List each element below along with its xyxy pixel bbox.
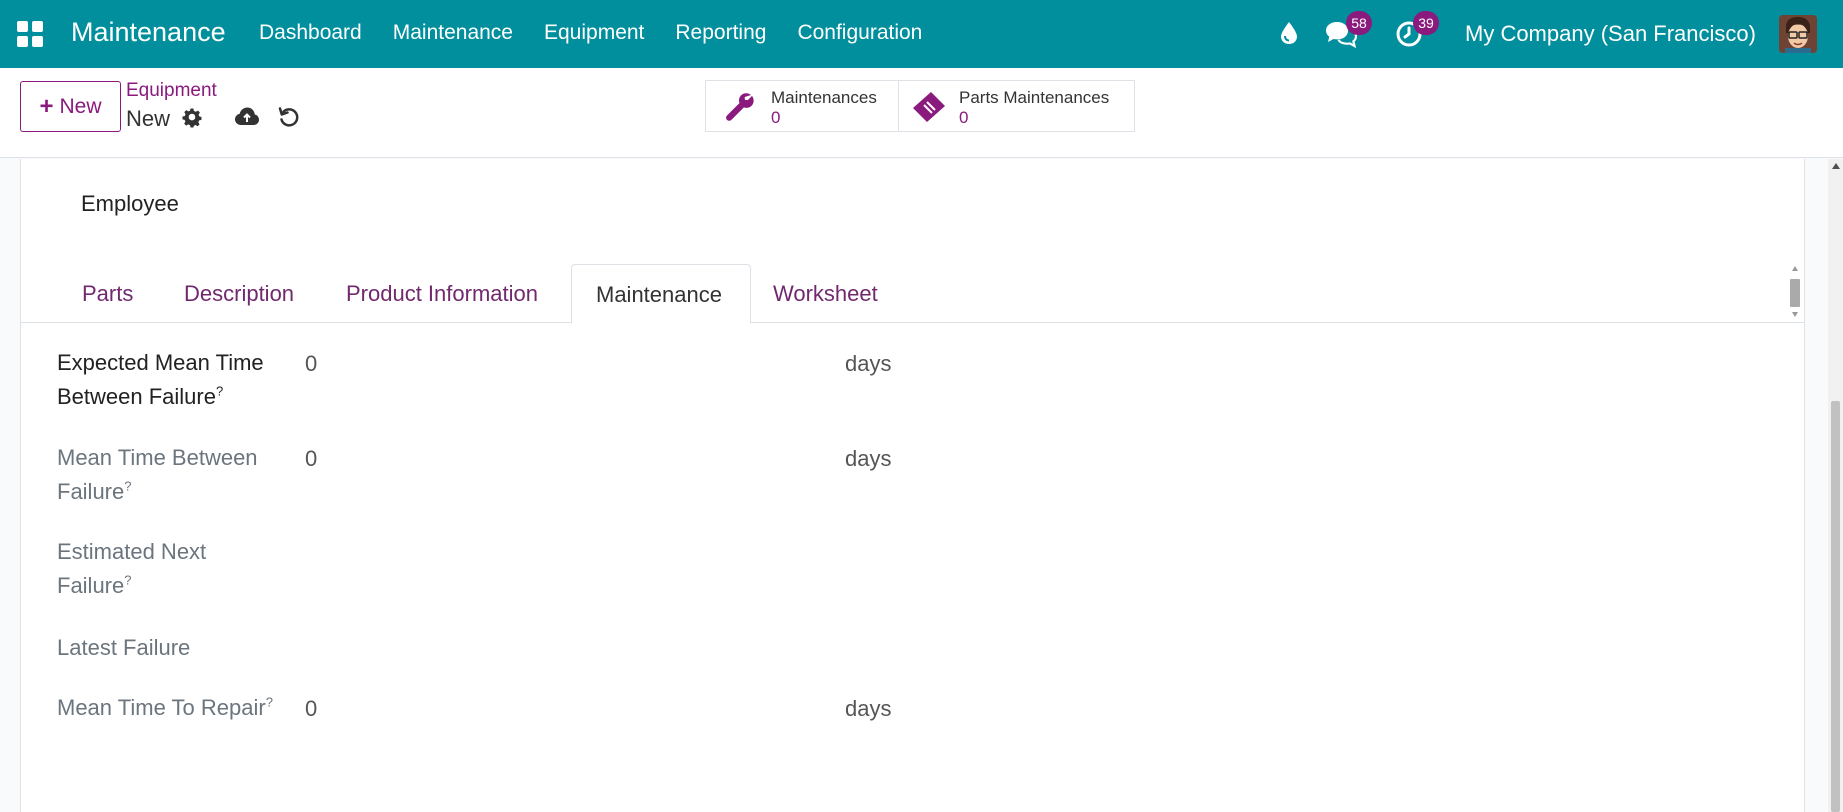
app-brand[interactable]: Maintenance — [71, 17, 226, 48]
estimated-next-failure-help[interactable]: ? — [124, 573, 131, 588]
mtbf-unit: days — [845, 446, 892, 471]
tabs-scrollbar[interactable] — [1788, 264, 1802, 322]
expected-mtbf-label-line1: Expected Mean Time — [57, 350, 264, 375]
plus-icon: + — [39, 92, 54, 120]
menu-item-equipment[interactable]: Equipment — [544, 21, 644, 45]
expected-mtbf-label: Expected Mean Time Between Failure? — [57, 346, 287, 414]
mttr-help[interactable]: ? — [266, 695, 273, 710]
mttr-label: Mean Time To Repair? — [57, 691, 317, 725]
expected-mtbf-input[interactable]: 0 — [305, 351, 317, 377]
gear-icon[interactable] — [182, 108, 202, 133]
expected-mtbf-unit: days — [845, 351, 892, 376]
tab-description[interactable]: Description — [184, 264, 294, 323]
parts-maintenances-stat-button[interactable]: Parts Maintenances 0 — [898, 80, 1135, 132]
page-scrollbar[interactable] — [1828, 159, 1843, 812]
mtbf-value: 0 — [305, 446, 318, 471]
mtbf-label-line2: Failure — [57, 479, 125, 504]
save-cloud-icon[interactable] — [234, 106, 260, 133]
page-scrollbar-thumb[interactable] — [1831, 401, 1840, 812]
ticket-icon — [913, 92, 945, 122]
company-switcher[interactable]: My Company (San Francisco) — [1465, 21, 1756, 47]
employee-field-label: Employee — [81, 191, 179, 216]
mttr-unit: days — [845, 696, 892, 721]
discard-undo-icon[interactable] — [278, 106, 300, 133]
latest-failure-label-line1: Latest Failure — [57, 635, 191, 660]
breadcrumb-equipment[interactable]: Equipment — [126, 80, 217, 102]
drop-icon[interactable] — [1280, 21, 1298, 50]
mttr-label-line1: Mean Time To Repair — [57, 695, 266, 720]
maintenances-stat-button[interactable]: Maintenances 0 — [705, 80, 899, 132]
parts-maintenances-stat-value: 0 — [959, 108, 969, 127]
mtbf-label-line1: Mean Time Between — [57, 445, 258, 470]
mttr-value: 0 — [305, 696, 318, 721]
maintenances-stat-value: 0 — [771, 108, 781, 127]
parts-maintenances-stat-label: Parts Maintenances — [959, 88, 1110, 107]
mtbf-label: Mean Time Between Failure? — [57, 441, 287, 509]
tab-parts[interactable]: Parts — [82, 264, 133, 323]
user-avatar[interactable] — [1779, 15, 1817, 53]
tab-product-information[interactable]: Product Information — [346, 264, 538, 323]
menu-item-dashboard[interactable]: Dashboard — [259, 21, 362, 45]
latest-failure-label: Latest Failure — [57, 631, 287, 665]
tab-worksheet[interactable]: Worksheet — [773, 264, 878, 323]
new-button-label: New — [59, 94, 102, 118]
mtbf-help[interactable]: ? — [124, 479, 131, 494]
new-button[interactable]: + New — [20, 81, 121, 132]
breadcrumb-current: New — [126, 106, 171, 131]
estimated-next-failure-label-line1: Estimated Next — [57, 539, 207, 564]
notebook-tabs: Parts Description Product Information Ma… — [20, 264, 1805, 324]
expected-mtbf-label-line2: Between Failure — [57, 384, 216, 409]
menu-item-configuration[interactable]: Configuration — [797, 21, 922, 45]
expected-mtbf-help[interactable]: ? — [216, 384, 223, 399]
maintenances-stat-label: Maintenances — [771, 88, 877, 107]
main-menu: Dashboard Maintenance Equipment Reportin… — [259, 21, 953, 45]
app-menu-icon[interactable] — [17, 21, 43, 47]
estimated-next-failure-label-line2: Failure — [57, 573, 125, 598]
top-navbar: Maintenance Dashboard Maintenance Equipm… — [0, 0, 1843, 68]
activities-badge: 39 — [1413, 11, 1439, 35]
tab-maintenance[interactable]: Maintenance — [571, 264, 751, 324]
estimated-next-failure-label: Estimated Next Failure? — [57, 535, 287, 603]
menu-item-reporting[interactable]: Reporting — [675, 21, 766, 45]
menu-item-maintenance[interactable]: Maintenance — [393, 21, 513, 45]
wrench-icon — [726, 93, 754, 121]
control-panel: + New Equipment New Maintenances 0 Parts… — [0, 68, 1843, 158]
messages-badge: 58 — [1346, 11, 1372, 35]
